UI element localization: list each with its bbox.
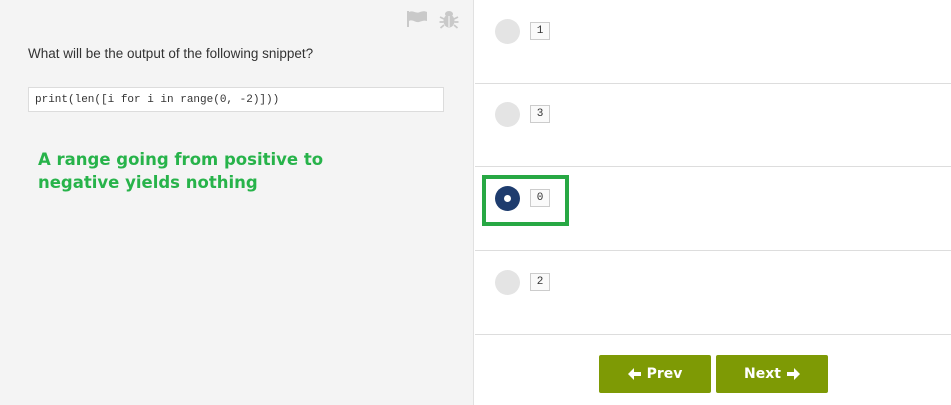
arrow-left-icon	[627, 368, 641, 380]
option-label: 2	[530, 273, 550, 291]
option-radio[interactable]	[495, 102, 520, 127]
question-panel: What will be the output of the following…	[0, 0, 474, 405]
quiz-app: What will be the output of the following…	[0, 0, 951, 405]
arrow-right-icon	[786, 368, 800, 380]
option-row[interactable]: 3	[475, 83, 951, 167]
question-toolbar	[405, 8, 461, 30]
navigation-buttons: Prev Next	[599, 355, 828, 393]
flag-icon[interactable]	[405, 8, 429, 30]
annotation-note: A range going from positive to negative …	[38, 150, 324, 192]
option-label: 0	[530, 189, 550, 207]
question-text: What will be the output of the following…	[28, 46, 314, 61]
prev-button[interactable]: Prev	[599, 355, 711, 393]
bug-icon[interactable]	[437, 8, 461, 30]
option-radio[interactable]	[495, 270, 520, 295]
next-button[interactable]: Next	[716, 355, 828, 393]
option-row-selected[interactable]: 0	[475, 167, 951, 251]
option-label: 3	[530, 105, 550, 123]
option-radio[interactable]	[495, 19, 520, 44]
options-panel: 1 3 0 2 Prev Next	[475, 0, 951, 405]
option-row[interactable]: 1	[475, 0, 951, 84]
option-label: 1	[530, 22, 550, 40]
next-label: Next	[744, 366, 781, 382]
option-radio-selected[interactable]	[495, 186, 520, 211]
option-row[interactable]: 2	[475, 251, 951, 335]
code-snippet: print(len([i for i in range(0, -2)]))	[28, 87, 444, 112]
prev-label: Prev	[646, 366, 683, 382]
